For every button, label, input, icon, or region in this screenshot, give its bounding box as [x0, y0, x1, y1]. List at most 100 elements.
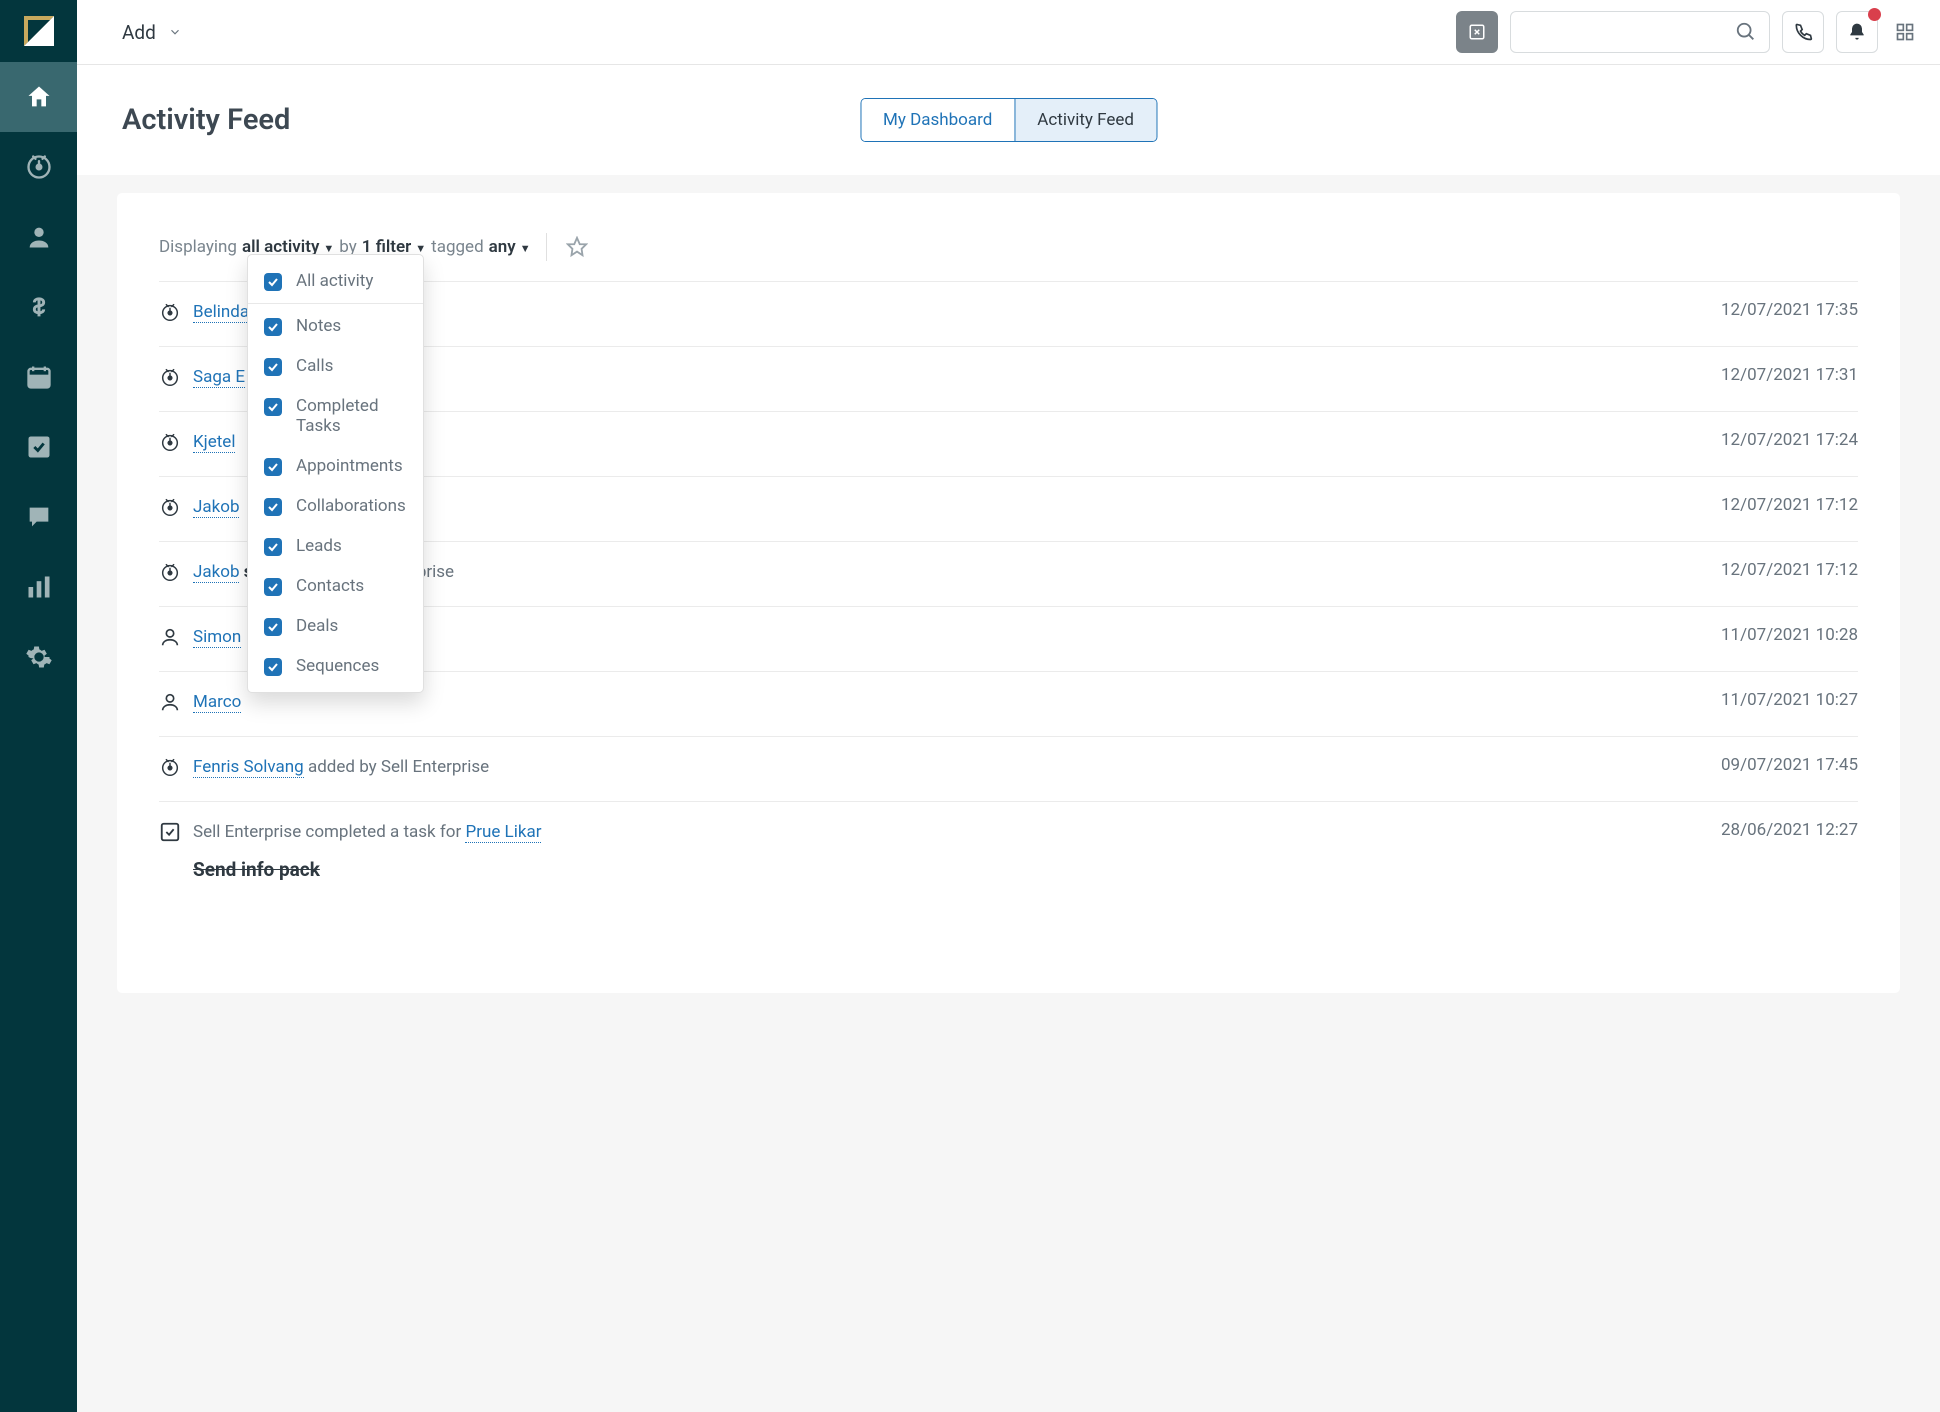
- feed-time: 12/07/2021 17:24: [1721, 430, 1858, 450]
- dropdown-label: Sequences: [296, 656, 379, 676]
- apps-button[interactable]: [1890, 11, 1920, 53]
- dropdown-label: Calls: [296, 356, 333, 376]
- feed-text: Sell Enterprise completed a task for Pru…: [193, 820, 1721, 884]
- feed-time: 12/07/2021 17:31: [1721, 365, 1858, 385]
- search-icon: [1735, 21, 1757, 43]
- divider: [546, 233, 547, 261]
- nav-contacts[interactable]: [0, 202, 77, 272]
- feed-time: 11/07/2021 10:27: [1721, 690, 1858, 710]
- checkbox-checked[interactable]: [264, 398, 282, 416]
- phone-icon: [1793, 22, 1813, 42]
- topbar: Add: [77, 0, 1940, 65]
- feed-time: 12/07/2021 17:12: [1721, 560, 1858, 580]
- dropdown-item[interactable]: All activity: [248, 261, 423, 301]
- tab-my-dashboard[interactable]: My Dashboard: [861, 99, 1015, 141]
- lead-icon: [159, 756, 183, 783]
- feed-time: 11/07/2021 10:28: [1721, 625, 1858, 645]
- filter-prefix: Displaying: [159, 237, 237, 257]
- view-toggle: My Dashboard Activity Feed: [860, 98, 1157, 142]
- dropdown-label: Deals: [296, 616, 338, 636]
- checkbox-checked[interactable]: [264, 578, 282, 596]
- dropdown-label: Leads: [296, 536, 342, 556]
- feed-link[interactable]: Kjetel: [193, 432, 235, 453]
- feed-link[interactable]: Belinda: [193, 302, 249, 323]
- activity-filter-dropdown: All activity Notes Calls Completed Tasks App…: [247, 254, 424, 693]
- nav-comms[interactable]: [0, 482, 77, 552]
- feed-added: added by Sell Enterprise: [304, 757, 489, 777]
- search-box[interactable]: [1510, 11, 1770, 53]
- dropdown-label: All activity: [296, 271, 373, 291]
- nav-settings[interactable]: [0, 622, 77, 692]
- dropdown-item[interactable]: Appointments: [248, 446, 423, 486]
- filter-tag[interactable]: any▼: [489, 237, 531, 257]
- dropdown-item[interactable]: Leads: [248, 526, 423, 566]
- checkbox-checked[interactable]: [264, 658, 282, 676]
- close-panel-button[interactable]: [1456, 11, 1498, 53]
- dropdown-separator: [248, 303, 423, 304]
- caret-down-icon: ▼: [520, 242, 531, 255]
- main-area: Displaying all activity▼ by 1 filter▼ ta…: [77, 175, 1940, 1412]
- bell-icon: [1847, 22, 1867, 42]
- feed-link[interactable]: Saga E: [193, 367, 245, 388]
- nav-tasks[interactable]: [0, 412, 77, 482]
- tab-activity-feed[interactable]: Activity Feed: [1015, 99, 1156, 141]
- dropdown-item[interactable]: Calls: [248, 346, 423, 386]
- add-label: Add: [122, 21, 156, 44]
- feed-row: Fenris Solvang added by Sell Enterprise0…: [159, 736, 1858, 801]
- dropdown-item[interactable]: Notes: [248, 306, 423, 346]
- nav-calendar[interactable]: [0, 342, 77, 412]
- dropdown-item[interactable]: Sequences: [248, 646, 423, 686]
- x-box-icon: [1468, 23, 1486, 41]
- feed-card: Displaying all activity▼ by 1 filter▼ ta…: [117, 193, 1900, 993]
- feed-link[interactable]: Fenris Solvang: [193, 757, 304, 778]
- dropdown-item[interactable]: Collaborations: [248, 486, 423, 526]
- feed-link[interactable]: Prue Likar: [465, 822, 541, 843]
- search-input[interactable]: [1523, 24, 1735, 41]
- checkbox-checked[interactable]: [264, 498, 282, 516]
- task-icon: [159, 821, 183, 848]
- feed-time: 12/07/2021 17:35: [1721, 300, 1858, 320]
- nav-reports[interactable]: [0, 552, 77, 622]
- nav-leads[interactable]: [0, 132, 77, 202]
- dropdown-item[interactable]: Contacts: [248, 566, 423, 606]
- nav-home[interactable]: [0, 62, 77, 132]
- feed-text: Marco: [193, 690, 1721, 716]
- checkbox-checked[interactable]: [264, 458, 282, 476]
- person-icon: [159, 691, 183, 718]
- lead-icon: [159, 301, 183, 328]
- feed-link[interactable]: Jakob: [193, 497, 239, 518]
- checkbox-checked[interactable]: [264, 618, 282, 636]
- dropdown-label: Appointments: [296, 456, 403, 476]
- dropdown-item[interactable]: Completed Tasks: [248, 386, 423, 446]
- app-logo[interactable]: [0, 0, 77, 62]
- notifications-button[interactable]: [1836, 11, 1878, 53]
- dropdown-item[interactable]: Deals: [248, 606, 423, 646]
- lead-icon: [159, 431, 183, 458]
- add-button[interactable]: Add: [122, 21, 182, 44]
- feed-link[interactable]: Simon: [193, 627, 241, 648]
- checkbox-checked[interactable]: [264, 358, 282, 376]
- person-icon: [159, 626, 183, 653]
- feed-link[interactable]: Marco: [193, 692, 241, 713]
- lead-icon: [159, 366, 183, 393]
- feed-text: Fenris Solvang added by Sell Enterprise: [193, 755, 1721, 781]
- feed-time: 28/06/2021 12:27: [1721, 820, 1858, 840]
- task-title: Send info pack: [193, 856, 1701, 885]
- feed-prefix: Sell Enterprise completed a task for: [193, 822, 465, 842]
- sidebar: [0, 0, 77, 1412]
- star-icon[interactable]: [566, 236, 588, 258]
- notification-dot: [1868, 8, 1881, 21]
- dropdown-label: Completed Tasks: [296, 396, 407, 436]
- dropdown-label: Contacts: [296, 576, 364, 596]
- checkbox-checked[interactable]: [264, 318, 282, 336]
- nav-deals[interactable]: [0, 272, 77, 342]
- checkbox-checked[interactable]: [264, 538, 282, 556]
- page-header: Activity Feed My Dashboard Activity Feed: [77, 65, 1940, 175]
- lead-icon: [159, 496, 183, 523]
- phone-button[interactable]: [1782, 11, 1824, 53]
- lead-icon: [159, 561, 183, 588]
- page-title: Activity Feed: [122, 103, 290, 137]
- checkbox-checked[interactable]: [264, 273, 282, 291]
- feed-link[interactable]: Jakob: [193, 562, 239, 583]
- feed-time: 12/07/2021 17:12: [1721, 495, 1858, 515]
